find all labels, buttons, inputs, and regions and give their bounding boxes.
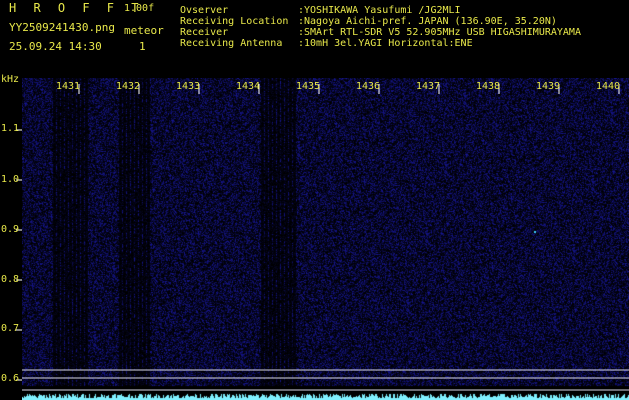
axis-overlay bbox=[16, 84, 629, 391]
y-axis-unit: kHz bbox=[1, 74, 20, 85]
y-tick-label: 0.9 bbox=[1, 224, 20, 235]
x-tick-label: 1436 bbox=[356, 81, 381, 92]
x-tick-label: 1439 bbox=[536, 81, 561, 92]
x-tick-label: 1438 bbox=[476, 81, 501, 92]
y-tick-label: 0.6 bbox=[1, 373, 20, 384]
x-tick-label: 1434 bbox=[236, 81, 261, 92]
x-tick-label: 1431 bbox=[56, 81, 81, 92]
x-tick-label: 1437 bbox=[416, 81, 441, 92]
y-tick-label: 1.0 bbox=[1, 174, 20, 185]
x-tick-label: 1432 bbox=[116, 81, 141, 92]
x-tick-label: 1440 bbox=[596, 81, 621, 92]
x-tick-label: 1435 bbox=[296, 81, 321, 92]
y-tick-label: 0.8 bbox=[1, 274, 20, 285]
y-tick-label: 1.1 bbox=[1, 123, 20, 134]
y-tick-label: 0.7 bbox=[1, 323, 20, 334]
x-tick-label: 1433 bbox=[176, 81, 201, 92]
